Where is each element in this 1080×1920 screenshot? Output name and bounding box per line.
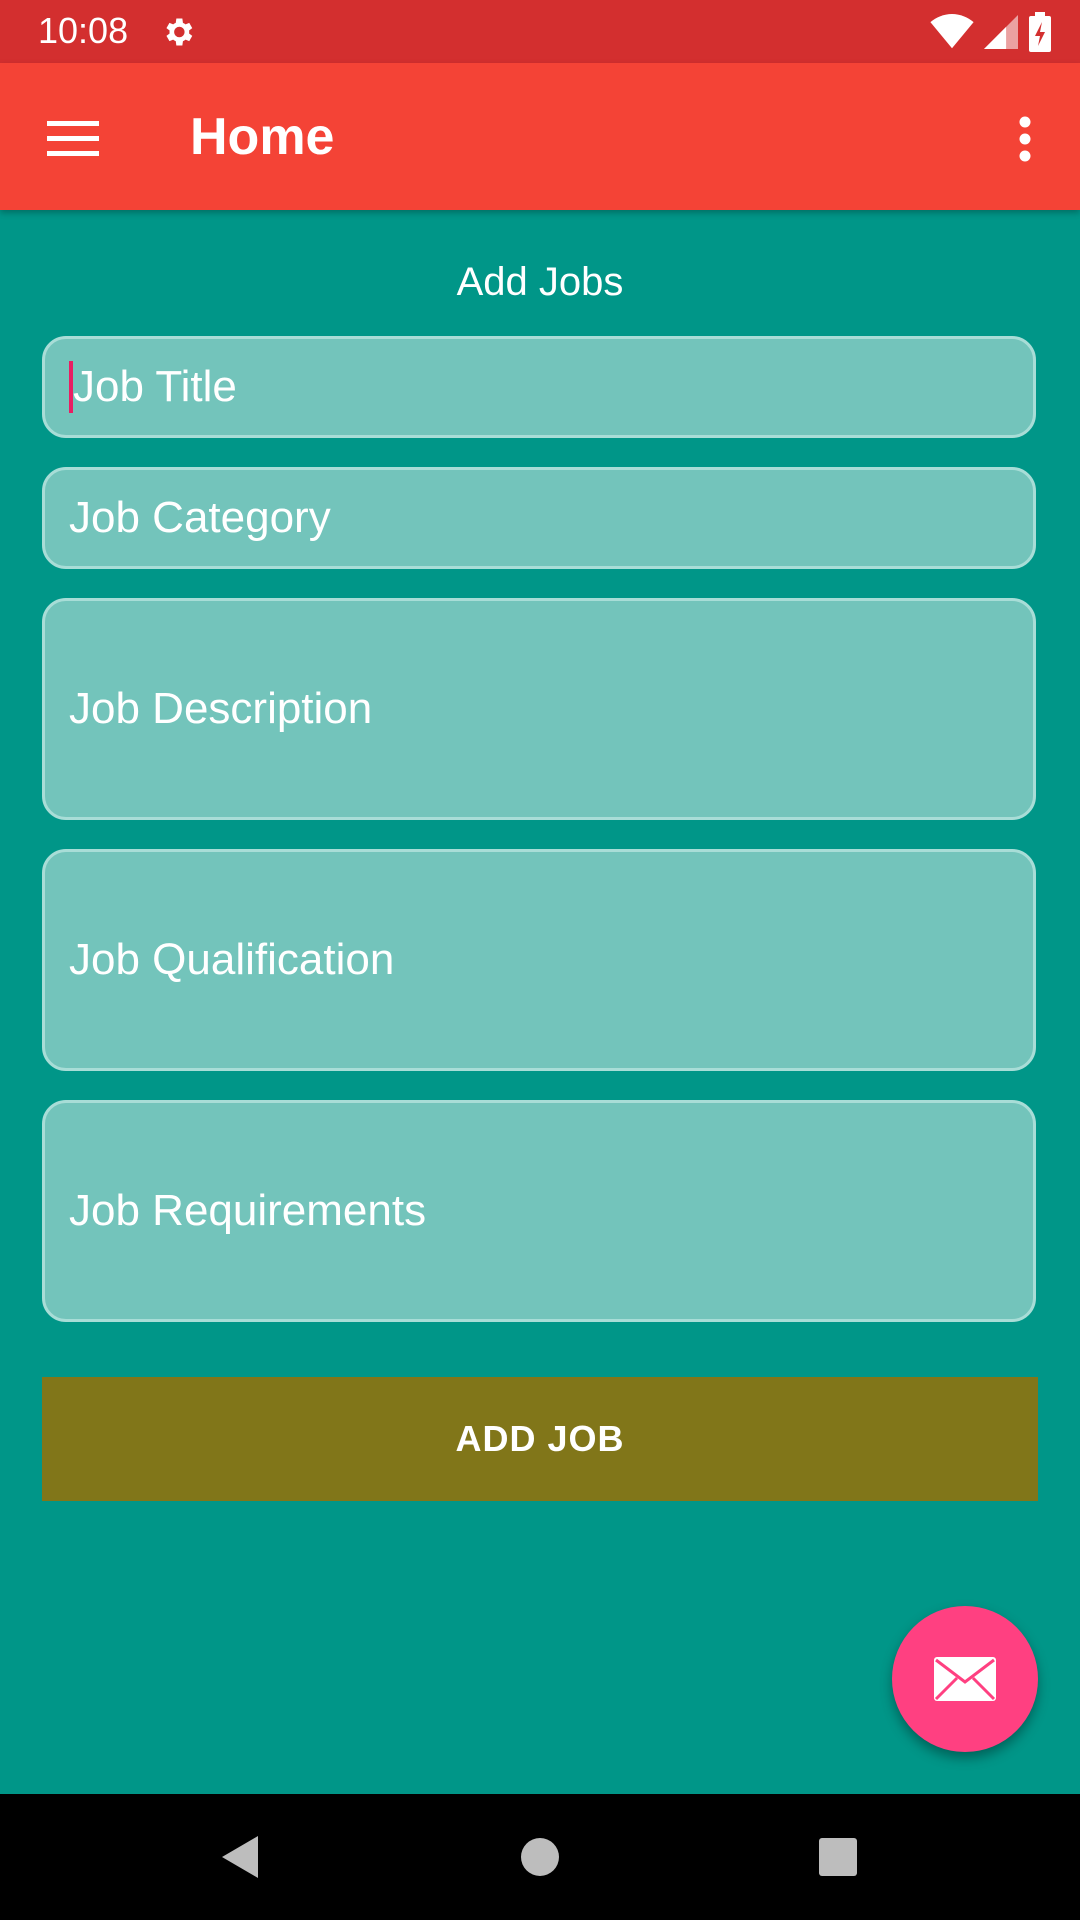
job-category-input[interactable] xyxy=(69,470,1033,566)
email-fab[interactable] xyxy=(892,1606,1038,1752)
menu-button[interactable] xyxy=(28,99,118,179)
job-title-input[interactable] xyxy=(72,339,1033,435)
settings-icon xyxy=(166,18,193,46)
job-description-field[interactable] xyxy=(42,598,1036,820)
home-icon xyxy=(521,1838,559,1876)
status-time: 10:08 xyxy=(38,10,129,51)
status-bar: 10:08 xyxy=(0,0,1080,63)
nav-recents-button[interactable] xyxy=(808,1827,868,1887)
email-icon xyxy=(934,1657,996,1701)
job-qualification-field[interactable] xyxy=(42,849,1036,1071)
back-icon xyxy=(222,1836,258,1878)
status-icons xyxy=(930,12,1052,52)
job-title-field[interactable] xyxy=(42,336,1036,438)
job-requirements-input[interactable] xyxy=(69,1103,1033,1319)
overflow-menu-button[interactable] xyxy=(1000,103,1050,175)
wifi-icon xyxy=(930,14,974,49)
add-job-button[interactable]: ADD JOB xyxy=(42,1377,1038,1501)
app-bar: Home xyxy=(0,63,1080,210)
job-description-input[interactable] xyxy=(69,601,1033,817)
job-category-field[interactable] xyxy=(42,467,1036,569)
page-title: Home xyxy=(190,108,335,166)
more-vert-icon xyxy=(1019,116,1031,162)
battery-charging-icon xyxy=(1029,12,1051,52)
signal-icon xyxy=(984,15,1018,49)
nav-home-button[interactable] xyxy=(510,1827,570,1887)
job-qualification-input[interactable] xyxy=(69,852,1033,1068)
nav-back-button[interactable] xyxy=(210,1827,270,1887)
form-heading: Add Jobs xyxy=(456,260,624,304)
recents-icon xyxy=(819,1838,857,1876)
system-nav-bar xyxy=(0,1794,1080,1920)
hamburger-menu-icon xyxy=(47,121,99,156)
job-requirements-field[interactable] xyxy=(42,1100,1036,1322)
